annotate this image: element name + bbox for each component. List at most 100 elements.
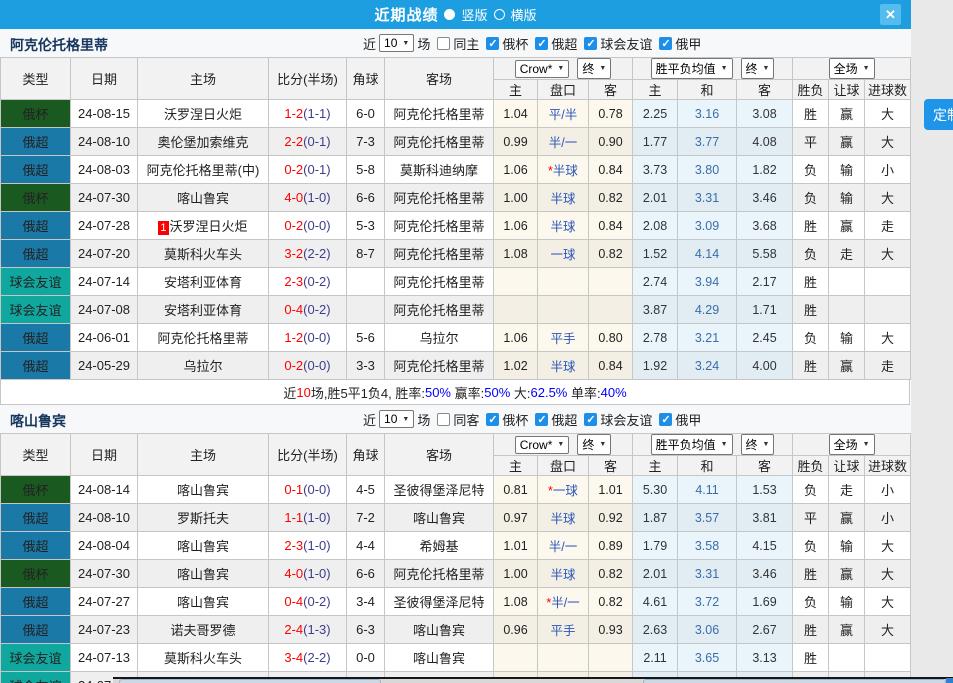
league-checkbox-3[interactable] — [659, 37, 672, 50]
same-venue-checkbox[interactable] — [437, 413, 450, 426]
avg-home-odds: 1.87 — [633, 504, 678, 532]
corners — [347, 296, 385, 324]
crown-away-odds — [589, 268, 633, 296]
vertical-layout-radio[interactable] — [444, 9, 455, 20]
avg-draw-odds: 3.80 — [678, 156, 737, 184]
avg-away-odds: 3.81 — [737, 504, 793, 532]
crown-home-odds: 0.96 — [494, 616, 538, 644]
league-checkbox-1[interactable] — [535, 37, 548, 50]
score: 0-4(0-2) — [269, 296, 347, 324]
recent-games-select[interactable]: 10▼ — [379, 34, 414, 52]
avg-home-odds: 2.63 — [633, 616, 678, 644]
crown-home-odds: 1.00 — [494, 184, 538, 212]
avg-draw-odds: 3.21 — [678, 324, 737, 352]
odds-source-select-value: Crow* — [520, 438, 553, 452]
goals-result-cell: 大 — [865, 100, 911, 128]
crown-home-odds: 0.81 — [494, 476, 538, 504]
league-checkbox-2[interactable] — [584, 413, 597, 426]
odds-source-select[interactable]: Crow*▼ — [515, 60, 570, 78]
league-checkbox-2[interactable] — [584, 37, 597, 50]
handicap-result-cell: 走 — [829, 240, 865, 268]
handicap-result-cell: 赢 — [829, 128, 865, 156]
fulltime-select[interactable]: 全场▼ — [829, 434, 875, 455]
match-date: 24-07-23 — [71, 616, 138, 644]
match-type: 俄杯 — [1, 184, 71, 212]
sub-header-2: 客 — [589, 80, 633, 100]
avg-away-odds: 3.13 — [737, 644, 793, 672]
odds-source-select-value: Crow* — [520, 62, 553, 76]
match-type: 俄杯 — [1, 560, 71, 588]
handicap-result-cell: 输 — [829, 532, 865, 560]
final-odds-select[interactable]: 终▼ — [577, 434, 611, 455]
final-avg-select[interactable]: 终▼ — [741, 434, 775, 455]
avg-draw-odds: 3.09 — [678, 212, 737, 240]
vertical-layout-label: 竖版 — [461, 5, 487, 24]
goals-result-cell: 走 — [865, 212, 911, 240]
result-cell: 胜 — [793, 644, 829, 672]
avg-home-odds: 1.92 — [633, 352, 678, 380]
horizontal-layout-radio[interactable] — [494, 9, 505, 20]
halftime-score: (0-1) — [303, 162, 330, 177]
corners: 5-3 — [347, 212, 385, 240]
avg-home-odds: 1.77 — [633, 128, 678, 156]
score: 2-3(1-0) — [269, 532, 347, 560]
sub-header-3: 主 — [633, 456, 678, 476]
customize-button[interactable]: 定制 — [924, 99, 953, 130]
crown-away-odds: 0.82 — [589, 588, 633, 616]
league-checkbox-0[interactable] — [486, 413, 499, 426]
close-icon[interactable]: ✕ — [880, 4, 901, 25]
league-checkbox-1[interactable] — [535, 413, 548, 426]
league-checkbox-0[interactable] — [486, 37, 499, 50]
halftime-score: (1-1) — [303, 106, 330, 121]
handicap: 半球 — [538, 504, 589, 532]
sub-header-5: 客 — [737, 456, 793, 476]
summary-part-7: 62.5% — [531, 385, 568, 400]
final-odds-select[interactable]: 终▼ — [577, 58, 611, 79]
final-avg-select[interactable]: 终▼ — [741, 58, 775, 79]
table-row: 俄超24-08-03阿克伦托格里蒂(中)0-2(0-1)5-8莫斯科迪纳摩1.0… — [1, 156, 911, 184]
fulltime-select-value: 全场 — [834, 60, 858, 77]
fulltime-score: 4-0 — [284, 566, 303, 581]
result-cell: 负 — [793, 324, 829, 352]
filters: 近10▼场同客俄杯俄超球会友谊俄甲 — [363, 405, 701, 433]
avg-odds-select[interactable]: 胜平负均值▼ — [651, 434, 733, 455]
same-venue-checkbox[interactable] — [437, 37, 450, 50]
fulltime-select-value: 全场 — [834, 436, 858, 453]
score: 1-1(1-0) — [269, 504, 347, 532]
match-date: 24-07-08 — [71, 296, 138, 324]
crown-home-odds: 0.97 — [494, 504, 538, 532]
away-team: 莫斯科迪纳摩 — [385, 156, 494, 184]
table-row: 俄超24-07-23诺夫哥罗德2-4(1-3)6-3喀山鲁宾0.96平手0.93… — [1, 616, 911, 644]
score: 2-4(1-3) — [269, 616, 347, 644]
fulltime-score: 0-4 — [284, 302, 303, 317]
handicap: 半/一 — [538, 532, 589, 560]
league-checkbox-3[interactable] — [659, 413, 672, 426]
summary-part-5: 50% — [484, 385, 510, 400]
handicap-result-cell: 输 — [829, 588, 865, 616]
handicap-result-cell: 走 — [829, 476, 865, 504]
avg-away-odds: 2.17 — [737, 268, 793, 296]
summary-part-6: 大: — [510, 383, 530, 402]
sub-header-6: 胜负 — [793, 456, 829, 476]
match-type: 俄杯 — [1, 476, 71, 504]
goals-result-cell: 大 — [865, 560, 911, 588]
away-team: 喀山鲁宾 — [385, 504, 494, 532]
recent-games-select[interactable]: 10▼ — [379, 410, 414, 428]
home-team: 莫斯科火车头 — [138, 644, 269, 672]
corners — [347, 268, 385, 296]
avg-away-odds: 3.46 — [737, 184, 793, 212]
handicap: 半球 — [538, 352, 589, 380]
corners: 3-4 — [347, 588, 385, 616]
away-team: 圣彼得堡泽尼特 — [385, 588, 494, 616]
corners: 8-7 — [347, 240, 385, 268]
away-team: 阿克伦托格里蒂 — [385, 296, 494, 324]
score: 3-2(2-2) — [269, 240, 347, 268]
fulltime-select[interactable]: 全场▼ — [829, 58, 875, 79]
avg-odds-select[interactable]: 胜平负均值▼ — [651, 58, 733, 79]
avg-home-odds: 1.79 — [633, 532, 678, 560]
odds-source-select[interactable]: Crow*▼ — [515, 436, 570, 454]
home-team: 喀山鲁宾 — [138, 532, 269, 560]
handicap: 半球 — [538, 184, 589, 212]
away-team: 圣彼得堡泽尼特 — [385, 476, 494, 504]
final-odds-select-value: 终 — [582, 436, 594, 453]
